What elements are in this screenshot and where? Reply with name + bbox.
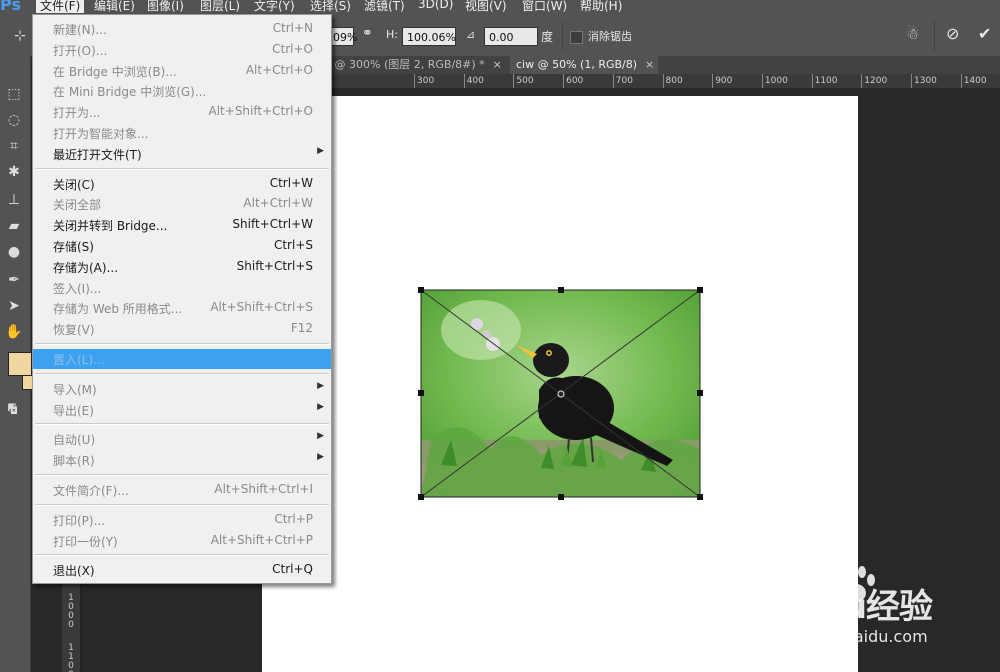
menu-item[interactable]: 导入(M) ▶ [33, 379, 331, 399]
menu-item-label: 关闭(C) [53, 177, 95, 192]
menu-item[interactable]: 存储为(A)... Shift+Ctrl+S [33, 257, 331, 277]
menu-item-label: 导出(E) [53, 403, 94, 418]
menu-item-shortcut: Ctrl+P [274, 511, 313, 526]
menu-separator [35, 372, 329, 375]
submenu-arrow-icon: ▶ [317, 145, 324, 156]
menu-item[interactable]: 存储(S) Ctrl+S [33, 236, 331, 256]
watermark-brand: Baidu经验 [762, 587, 933, 627]
menu-item[interactable]: 在 Mini Bridge 中浏览(G)... [33, 81, 331, 101]
file-menu-dropdown: 新建(N)... Ctrl+N 打开(O)... Ctrl+O 在 Bridge 中浏览… [32, 14, 332, 584]
menu-item[interactable]: 打开为智能对象... [33, 123, 331, 143]
menu-separator [35, 343, 329, 345]
menu-item[interactable]: 关闭全部 Alt+Ctrl+W [33, 194, 331, 214]
menu-item-shortcut: Alt+Shift+Ctrl+P [210, 532, 313, 547]
menu-item-label: 导入(M) [53, 382, 97, 397]
menu-item-label: 打开为智能对象... [53, 127, 149, 141]
menu-item[interactable]: 置入(L)... [33, 349, 331, 369]
menu-item-label: 自动(U) [53, 433, 96, 448]
menu-item-label: 打印一份(Y) [53, 534, 118, 549]
menu-item-shortcut: Shift+Ctrl+S [236, 258, 313, 273]
menu-separator [35, 474, 329, 476]
menu-item[interactable]: 恢复(V) F12 [33, 319, 331, 339]
menu-item-shortcut: Shift+Ctrl+W [232, 217, 313, 232]
menu-item[interactable]: 在 Bridge 中浏览(B)... Alt+Ctrl+O [33, 61, 331, 81]
submenu-arrow-icon: ▶ [317, 401, 324, 412]
menu-item[interactable]: 打开为... Alt+Shift+Ctrl+O [33, 102, 331, 122]
menu-item-label: 恢复(V) [53, 323, 95, 338]
menu-item-shortcut: Alt+Ctrl+O [245, 62, 313, 77]
menu-item[interactable]: 自动(U) ▶ [33, 429, 331, 449]
menu-item-label: 脚本(R) [53, 454, 95, 469]
menu-item-shortcut: Ctrl+O [272, 41, 313, 56]
menu-separator [35, 503, 329, 506]
watermark-url: jingyan.baidu.com [780, 627, 928, 646]
menu-item-shortcut: Ctrl+N [272, 21, 313, 35]
submenu-arrow-icon: ▶ [317, 431, 324, 442]
menu-item[interactable]: 退出(X) Ctrl+Q [33, 560, 331, 580]
menu-item-shortcut: Alt+Shift+Ctrl+O [208, 104, 313, 119]
menu-item-label: 新建(N)... [53, 23, 107, 37]
menu-item[interactable]: 最近打开文件(T) ▶ [33, 144, 331, 164]
menu-item[interactable]: 打印一份(Y) Alt+Shift+Ctrl+P [33, 531, 331, 551]
menu-item-label: 最近打开文件(T) [53, 147, 142, 162]
menu-item[interactable]: 关闭(C) Ctrl+W [33, 174, 331, 194]
menu-item-label: 在 Bridge 中浏览(B)... [53, 64, 177, 79]
menu-item-label: 存储为 Web 所用格式... [53, 302, 183, 317]
menu-item-label: 打开为... [53, 106, 101, 121]
menu-item-label: 置入(L)... [53, 353, 105, 367]
menu-item[interactable]: 新建(N)... Ctrl+N [33, 19, 331, 39]
menu-item-label: 退出(X) [53, 564, 95, 579]
menu-item-shortcut: Alt+Shift+Ctrl+I [214, 482, 313, 496]
menu-item-label: 关闭全部 [53, 198, 102, 213]
menu-item-label: 存储(S) [53, 240, 94, 254]
menu-separator [35, 167, 329, 170]
menu-item[interactable]: 脚本(R) ▶ [33, 450, 331, 470]
menu-item-shortcut: Alt+Shift+Ctrl+S [210, 300, 313, 315]
menu-item-label: 存储为(A)... [53, 260, 119, 275]
menu-item-label: 签入(I)... [53, 281, 102, 296]
menu-item-shortcut: Ctrl+W [269, 175, 313, 190]
menu-item[interactable]: 存储为 Web 所用格式... Alt+Shift+Ctrl+S [33, 298, 331, 318]
menu-item[interactable]: 打印(P)... Ctrl+P [33, 510, 331, 530]
menu-item-label: 关闭并转到 Bridge... [53, 219, 168, 234]
menu-item[interactable]: 打开(O)... Ctrl+O [33, 40, 331, 60]
menu-item-label: 文件简介(F)... [53, 484, 129, 498]
menu-item[interactable]: 导出(E) ▶ [33, 400, 331, 420]
menu-item-label: 打印(P)... [53, 513, 106, 528]
menu-item-shortcut: Alt+Ctrl+W [243, 196, 313, 211]
menu-item-label: 在 Mini Bridge 中浏览(G)... [53, 85, 207, 100]
menu-item-label: 打开(O)... [53, 43, 108, 58]
baidu-watermark: Baidu经验 jingyan.baidu.com [760, 565, 996, 661]
menu-item[interactable]: 关闭并转到 Bridge... Shift+Ctrl+W [33, 215, 331, 235]
menu-item-shortcut: Ctrl+S [273, 238, 313, 252]
menu-item[interactable]: 签入(I)... [33, 278, 331, 298]
menu-item[interactable]: 文件简介(F)... Alt+Shift+Ctrl+I [33, 480, 331, 500]
menu-item-shortcut: Ctrl+Q [272, 562, 313, 577]
menu-item-shortcut: F12 [290, 321, 313, 336]
submenu-arrow-icon: ▶ [317, 380, 324, 391]
menu-separator [35, 423, 329, 426]
submenu-arrow-icon: ▶ [317, 452, 324, 463]
menu-separator [35, 554, 329, 557]
